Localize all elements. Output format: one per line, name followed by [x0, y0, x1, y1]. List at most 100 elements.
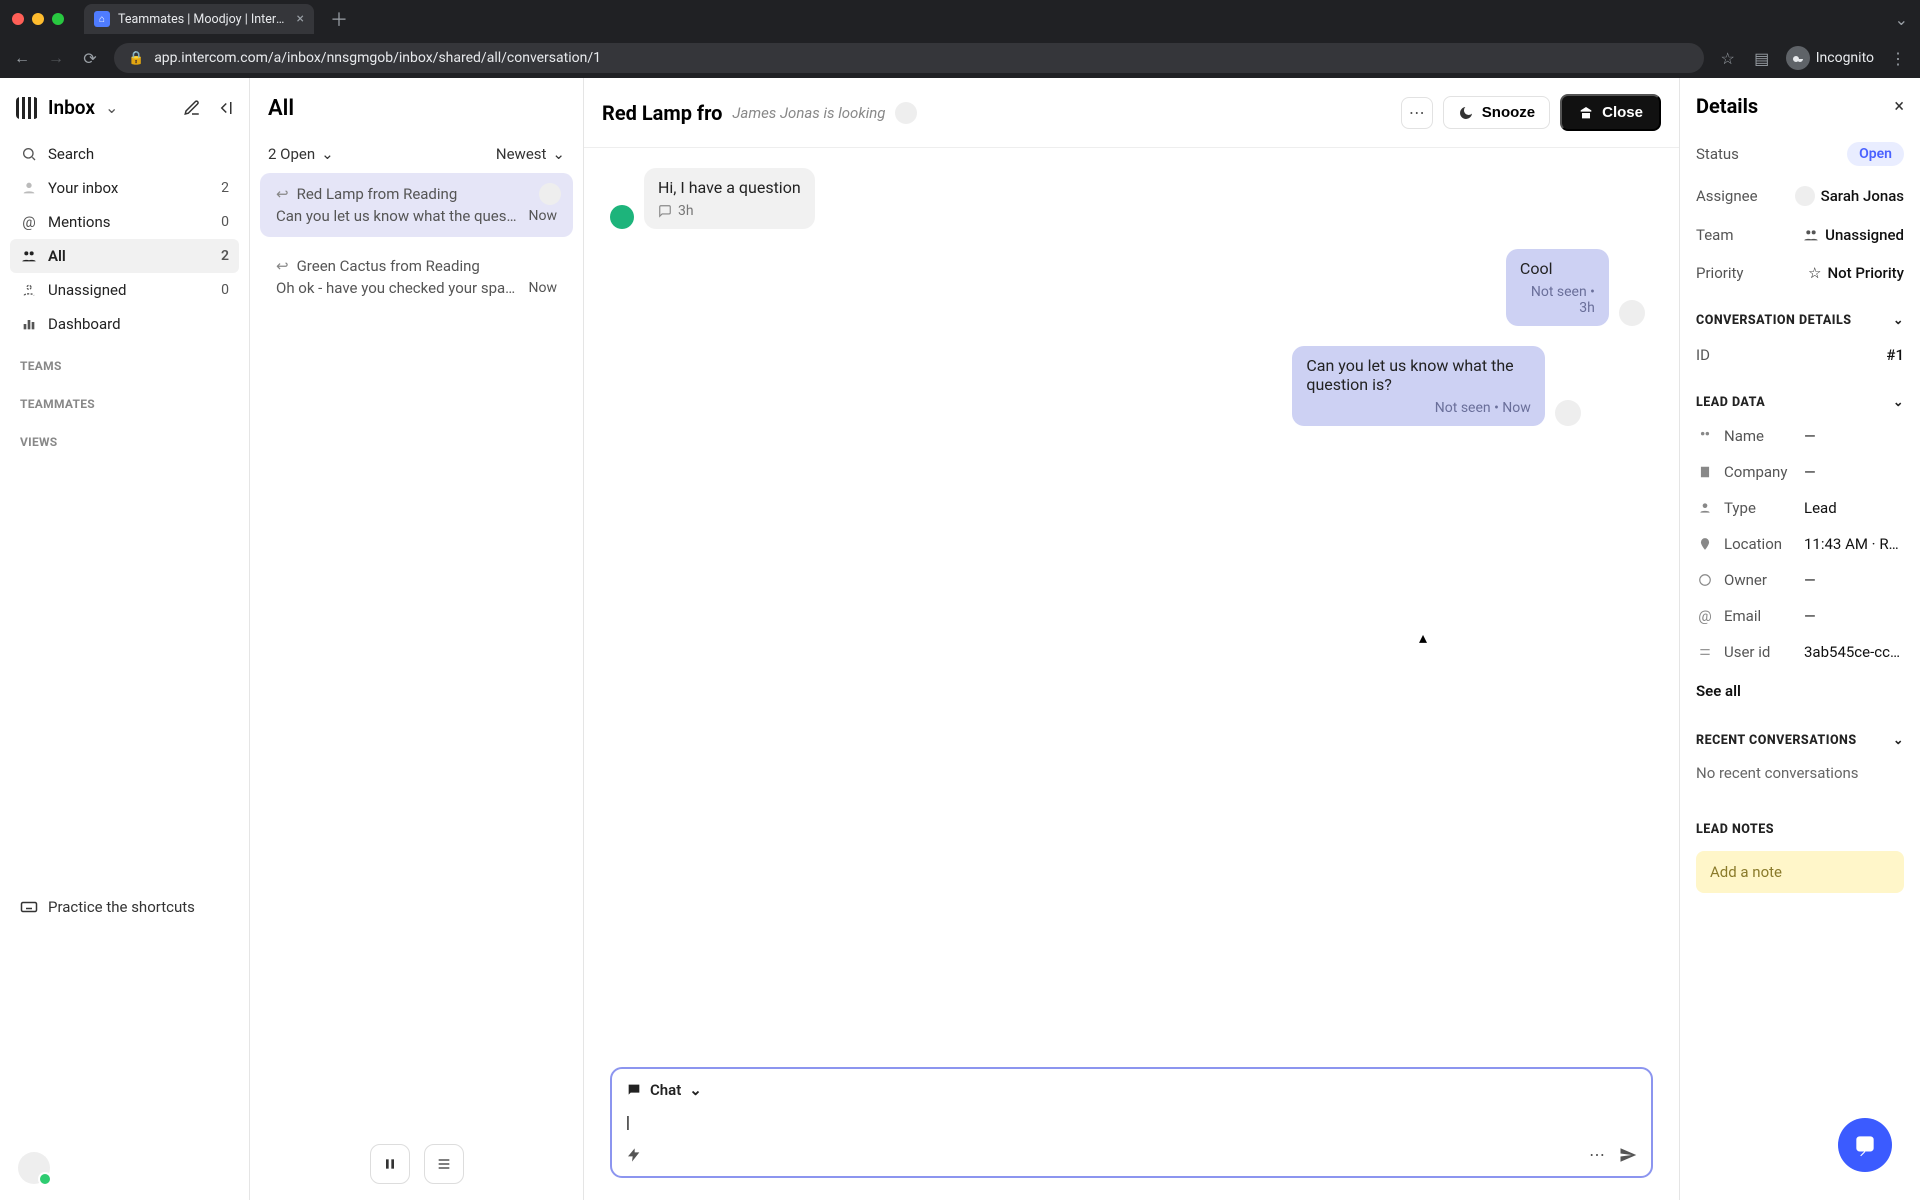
close-label: Close [1602, 104, 1643, 121]
sort-dropdown[interactable]: Newest ⌄ [496, 145, 565, 163]
lead-avatar-icon [610, 205, 634, 229]
conv-item-preview: Oh ok - have you checked your spa… [276, 279, 521, 297]
people-icon [1696, 429, 1714, 443]
back-icon[interactable]: ← [12, 48, 32, 68]
sidebar-item-dashboard[interactable]: Dashboard [10, 307, 239, 341]
sidebar-item-all[interactable]: All 2 [10, 239, 239, 273]
sidebar-item-label: Mentions [48, 213, 110, 231]
window-zoom-icon[interactable] [52, 13, 64, 25]
pause-button[interactable] [370, 1144, 410, 1184]
star-icon[interactable]: ☆ [1718, 49, 1738, 68]
see-all-button[interactable]: See all [1696, 670, 1904, 712]
comment-icon [658, 204, 672, 218]
practice-shortcuts-button[interactable]: Practice the shortcuts [10, 888, 239, 926]
browser-tab[interactable]: ⌂ Teammates | Moodjoy | Interco × [84, 4, 314, 34]
window-minimize-icon[interactable] [32, 13, 44, 25]
status-badge[interactable]: Open [1847, 142, 1904, 166]
location-icon [1696, 537, 1714, 551]
conversation-item[interactable]: ↩ Red Lamp from Reading Can you let us k… [260, 173, 573, 237]
participant-avatar-icon [895, 102, 917, 124]
filter-open-dropdown[interactable]: 2 Open ⌄ [268, 145, 334, 163]
chevron-down-icon[interactable]: ⌄ [1895, 10, 1908, 29]
section-lead-notes[interactable]: LEAD NOTES [1696, 802, 1904, 845]
message-meta: Not seen • 3h [1520, 284, 1595, 316]
at-icon: @ [20, 213, 38, 231]
lead-row-company[interactable]: Company — [1696, 454, 1904, 490]
forward-icon[interactable]: → [46, 48, 66, 68]
conversation-more-button[interactable]: ⋯ [1401, 97, 1433, 129]
composer-input[interactable] [626, 1111, 1637, 1133]
detail-row-team[interactable]: Team Unassigned [1696, 216, 1904, 254]
collapse-sidebar-icon[interactable] [215, 99, 233, 117]
star-icon: ☆ [1808, 264, 1821, 282]
sidebar-item-unassigned[interactable]: Unassigned 0 [10, 273, 239, 307]
building-icon [1696, 465, 1714, 479]
detail-row-priority[interactable]: Priority ☆Not Priority [1696, 254, 1904, 292]
chevron-down-icon: ⌄ [321, 145, 334, 163]
sidebar-section-teams: TEAMS [10, 341, 239, 379]
sidebar-item-your-inbox[interactable]: Your inbox 2 [10, 171, 239, 205]
bolt-icon[interactable] [626, 1147, 642, 1163]
detail-label: Priority [1696, 264, 1743, 282]
detail-row-status: Status Open [1696, 132, 1904, 176]
window-controls[interactable] [12, 13, 64, 25]
messenger-icon [1852, 1132, 1878, 1158]
compose-icon[interactable] [183, 99, 201, 117]
extensions-icon[interactable]: ▤ [1752, 49, 1772, 68]
chevron-down-icon: ⌄ [689, 1081, 702, 1099]
lead-row-location[interactable]: Location 11:43 AM · Rea… [1696, 526, 1904, 562]
sort-label: Newest [496, 145, 547, 163]
filter-open-label: 2 Open [268, 145, 315, 163]
new-tab-button[interactable]: ＋ [324, 6, 354, 32]
reload-icon[interactable]: ⟳ [80, 49, 100, 68]
tab-close-icon[interactable]: × [297, 11, 304, 27]
url-field[interactable]: 🔒 app.intercom.com/a/inbox/nnsgmgob/inbo… [114, 43, 1704, 73]
more-icon[interactable]: ⋯ [1589, 1145, 1605, 1164]
team-icon [1803, 227, 1819, 243]
details-close-icon[interactable]: × [1894, 96, 1904, 117]
section-lead-data[interactable]: LEAD DATA ⌄ [1696, 374, 1904, 418]
window-close-icon[interactable] [12, 13, 24, 25]
conv-item-preview: Can you let us know what the questi… [276, 207, 521, 225]
detail-value: Sarah Jonas [1821, 187, 1904, 205]
incognito-icon [1786, 46, 1810, 70]
url-text: app.intercom.com/a/inbox/nnsgmgob/inbox/… [154, 50, 601, 66]
section-conversation-details[interactable]: CONVERSATION DETAILS ⌄ [1696, 292, 1904, 336]
current-user-avatar[interactable] [18, 1152, 50, 1184]
close-conversation-button[interactable]: Close [1560, 94, 1661, 131]
sidebar-item-mentions[interactable]: @ Mentions 0 [10, 205, 239, 239]
messenger-launcher-button[interactable] [1838, 1118, 1892, 1172]
at-icon: @ [1696, 607, 1714, 625]
lead-row-name[interactable]: Name — [1696, 418, 1904, 454]
detail-label: Status [1696, 145, 1739, 163]
sidebar-section-views: VIEWS [10, 417, 239, 455]
lead-row-type[interactable]: Type Lead [1696, 490, 1904, 526]
snooze-button[interactable]: Snooze [1443, 96, 1550, 129]
brand-icon [16, 97, 38, 119]
incognito-label: Incognito [1816, 50, 1874, 66]
list-menu-button[interactable] [424, 1144, 464, 1184]
lead-row-userid[interactable]: User id 3ab545ce-cc9… [1696, 634, 1904, 670]
agent-avatar-icon [1619, 300, 1645, 326]
sidebar-search[interactable]: Search [10, 137, 239, 171]
conversation-item[interactable]: ↩ Green Cactus from Reading Oh ok - have… [260, 245, 573, 309]
conversation-title: Red Lamp fro [602, 101, 722, 125]
conversation-header: Red Lamp fro James Jonas is looking ⋯ Sn… [584, 78, 1679, 148]
kebab-icon[interactable]: ⋮ [1888, 49, 1908, 68]
incognito-badge[interactable]: Incognito [1786, 46, 1874, 70]
chevron-down-icon[interactable]: ⌄ [105, 98, 118, 117]
send-icon[interactable] [1619, 1146, 1637, 1164]
conv-item-avatar-icon [539, 183, 561, 205]
message-text: Can you let us know what the question is… [1306, 356, 1530, 394]
detail-row-assignee[interactable]: Assignee Sarah Jonas [1696, 176, 1904, 216]
lead-row-email[interactable]: @ Email — [1696, 598, 1904, 634]
keyboard-icon [20, 898, 38, 916]
unassigned-icon [20, 282, 38, 298]
section-recent-conversations[interactable]: RECENT CONVERSATIONS ⌄ [1696, 712, 1904, 756]
address-bar: ← → ⟳ 🔒 app.intercom.com/a/inbox/nnsgmgo… [0, 38, 1920, 78]
composer-mode-dropdown[interactable]: Chat ⌄ [626, 1081, 1637, 1099]
composer[interactable]: Chat ⌄ ⋯ [610, 1067, 1653, 1178]
lead-row-owner[interactable]: Owner — [1696, 562, 1904, 598]
add-note-input[interactable]: Add a note [1696, 851, 1904, 893]
tab-strip: ⌂ Teammates | Moodjoy | Interco × ＋ ⌄ [0, 0, 1920, 38]
